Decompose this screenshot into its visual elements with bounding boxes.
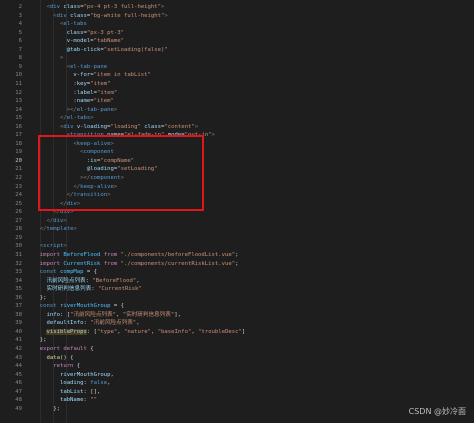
code-text: export default {: [39, 346, 94, 352]
line-number: 31: [15, 251, 22, 258]
line-number: 40: [15, 328, 22, 335]
code-text: };: [39, 337, 47, 344]
line-number: 15: [15, 115, 22, 122]
code-text: import BeforeFlood from "./components/be…: [39, 251, 239, 258]
line-number: 49: [15, 405, 22, 412]
line-number: 18: [15, 140, 22, 147]
code-text: <el-tab-pane: [66, 63, 108, 70]
line-number: 44: [15, 363, 22, 370]
code-text: >: [59, 55, 64, 62]
code-text: v-for="item in tabList": [73, 72, 151, 79]
code-text: <div class="bg-white full-height">: [53, 12, 168, 19]
code-text: riverMouthGroup,: [59, 371, 114, 378]
line-number: 14: [15, 106, 22, 113]
code-text: import CurrentRisk from "./components/cu…: [39, 260, 239, 267]
code-text: return {: [53, 363, 81, 370]
line-number: 36: [15, 294, 22, 301]
code-text: <div v-loading="loading" class="content"…: [59, 123, 199, 130]
line-number: 45: [15, 371, 22, 378]
code-text: </el-tabs>: [59, 115, 94, 122]
line-number: 33: [15, 269, 22, 276]
line-number: 23: [15, 183, 22, 190]
line-number: 21: [15, 166, 22, 173]
line-number: 24: [15, 192, 22, 199]
line-number: 27: [15, 217, 22, 224]
code-text: info: ["汛前风险点列表", "实时研判信息列表"],: [46, 311, 181, 318]
line-number: 38: [15, 311, 22, 318]
line-number: 5: [18, 29, 22, 36]
line-number: 42: [15, 346, 22, 352]
csdn-watermark: CSDN @妙冷面: [408, 407, 466, 416]
code-text: visibleProps: ["type", "nature", "baseIn…: [46, 328, 246, 335]
code-editor[interactable]: 2 <div class="px-4 pt-3 full-height"> 3 <…: [0, 0, 474, 423]
code-text: const riverMouthGroup = {: [39, 303, 124, 310]
line-number: 19: [15, 149, 22, 156]
line-number: 2: [18, 4, 22, 10]
line-number: 8: [18, 55, 22, 62]
line-number: 7: [18, 46, 22, 53]
line-number: 17: [15, 132, 22, 139]
line-number: 3: [18, 12, 22, 19]
line-number: 47: [15, 388, 22, 395]
code-text: :label="item": [73, 89, 118, 96]
code-text: </template>: [39, 226, 77, 233]
line-number: 34: [15, 277, 22, 284]
code-text: tabName: "": [59, 397, 98, 404]
line-number: 43: [15, 354, 22, 361]
code-text: <el-tabs: [59, 21, 87, 28]
line-number: 46: [15, 380, 22, 387]
line-number: 32: [15, 260, 22, 267]
code-text: <div class="px-4 pt-3 full-height">: [46, 4, 165, 10]
line-number: 29: [15, 234, 22, 241]
code-text: <script>: [39, 243, 67, 250]
code-text: defaultInfo: "汛前风险点列表",: [46, 320, 140, 327]
line-number: 41: [15, 337, 22, 344]
line-number: 30: [15, 243, 22, 250]
code-text: </div>: [46, 217, 67, 224]
line-number: 22: [15, 175, 22, 181]
line-number: 16: [15, 123, 22, 130]
line-number: 13: [15, 98, 22, 105]
code-text: @tab-click="setLoading(false)": [66, 46, 168, 53]
code-text: 实时研判信息列表: "CurrentRisk": [46, 286, 142, 293]
code-text: :name="item": [73, 98, 114, 105]
code-text: v-model="tabName": [66, 38, 124, 45]
line-number: 28: [15, 226, 22, 233]
code-text: class="px-3 pt-3": [66, 29, 124, 36]
line-number: 12: [15, 89, 22, 96]
code-text: };: [53, 405, 60, 412]
code-text: :key="item": [73, 80, 111, 87]
line-number: 48: [15, 397, 22, 404]
line-number: 35: [15, 286, 22, 293]
line-number: 9: [18, 63, 22, 70]
line-number: 37: [15, 303, 22, 310]
code-text: data() {: [46, 354, 74, 361]
code-text: loading: false,: [59, 380, 111, 387]
line-number: 25: [15, 200, 22, 207]
code-text: 汛前风险点列表: "BeforeFlood",: [46, 277, 140, 284]
line-number: 6: [18, 38, 22, 45]
code-text: const compMap = {: [39, 269, 98, 276]
code-text: ></el-tab-pane>: [66, 106, 118, 113]
code-text: tabList: [],: [59, 388, 101, 395]
line-number: 10: [15, 72, 22, 79]
line-number: 20: [15, 157, 22, 164]
line-number: 26: [15, 209, 22, 216]
line-number: 11: [15, 80, 22, 87]
code-text: };: [39, 294, 47, 301]
highlight-annotation-box: [38, 135, 204, 211]
line-number: 4: [18, 21, 22, 28]
line-number: 39: [15, 320, 22, 327]
